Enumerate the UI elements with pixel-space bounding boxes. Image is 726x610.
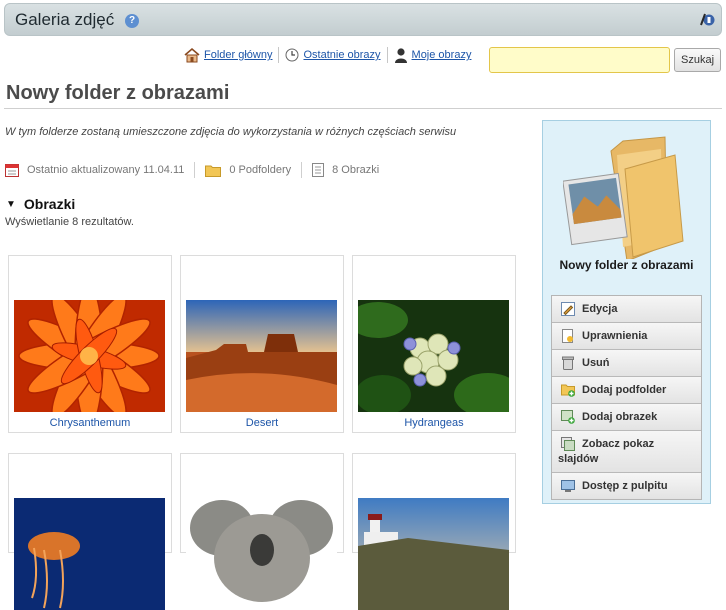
- folder-name: Nowy folder z obrazami: [559, 258, 694, 272]
- document-icon: [312, 163, 325, 177]
- slideshow-icon: [561, 437, 575, 451]
- delete-button[interactable]: Usuń: [552, 350, 701, 377]
- gallery-item[interactable]: [352, 453, 516, 610]
- add-image-icon: [561, 410, 575, 424]
- gallery-item-caption[interactable]: Chrysanthemum: [9, 417, 171, 429]
- permissions-button[interactable]: Uprawnienia: [552, 323, 701, 350]
- gallery-item[interactable]: Chrysanthemum: [8, 255, 172, 433]
- top-navigation: Folder główny Ostatnie obrazy Moje obraz…: [184, 46, 471, 64]
- title-divider: [4, 108, 722, 109]
- gallery-item[interactable]: Hydrangeas: [352, 255, 516, 433]
- search-input[interactable]: [489, 47, 670, 73]
- folder-icon: [205, 165, 222, 177]
- pin-icon[interactable]: [699, 11, 715, 27]
- search-button[interactable]: Szukaj: [674, 48, 721, 72]
- gallery-item-caption[interactable]: Hydrangeas: [353, 417, 515, 429]
- desert-thumbnail[interactable]: [186, 300, 337, 412]
- meta-divider: [301, 162, 303, 178]
- hydrangeas-thumbnail[interactable]: [358, 300, 509, 412]
- trash-icon: [562, 356, 574, 370]
- nav-recent-label: Ostatnie obrazy: [303, 49, 381, 61]
- folder-preview-icon: [563, 136, 684, 259]
- gallery-item[interactable]: [8, 453, 172, 610]
- gallery-item-caption[interactable]: Desert: [181, 417, 343, 429]
- edit-button[interactable]: Edycja: [552, 296, 701, 323]
- permissions-label: Uprawnienia: [582, 330, 648, 342]
- nav-my-images-link[interactable]: Moje obrazy: [394, 47, 472, 63]
- page-title: Nowy folder z obrazami: [6, 82, 230, 104]
- user-icon: [394, 48, 407, 63]
- folder-actions: Edycja Uprawnienia Usuń Dodaj podfolder: [551, 295, 702, 500]
- add-image-button[interactable]: Dodaj obrazek: [552, 404, 701, 431]
- collapse-toggle-icon[interactable]: ▼: [6, 199, 16, 210]
- lighthouse-thumbnail[interactable]: [358, 498, 509, 610]
- add-image-label: Dodaj obrazek: [582, 411, 658, 423]
- folder-description: W tym folderze zostaną umieszczone zdjęc…: [5, 126, 457, 138]
- desktop-access-button[interactable]: Dostęp z pulpitu: [552, 473, 701, 499]
- add-subfolder-label: Dodaj podfolder: [582, 384, 667, 396]
- folder-meta: Ostatnio aktualizowany 11.04.11 0 Podfol…: [5, 161, 379, 179]
- clock-icon: [285, 48, 299, 62]
- nav-divider: [386, 47, 388, 63]
- last-updated: Ostatnio aktualizowany 11.04.11: [27, 164, 185, 176]
- chrysanthemum-thumbnail[interactable]: [14, 300, 165, 412]
- app-header: Galeria zdjęć ?: [4, 3, 722, 36]
- section-title: Obrazki: [23, 196, 76, 212]
- results-count: Wyświetlanie 8 rezultatów.: [5, 216, 134, 228]
- edit-icon: [561, 302, 575, 316]
- meta-divider: [194, 162, 196, 178]
- gallery-item[interactable]: Desert: [180, 255, 344, 433]
- gallery-item[interactable]: [180, 453, 344, 610]
- desktop-access-label: Dostęp z pulpitu: [582, 480, 668, 492]
- jellyfish-thumbnail[interactable]: [14, 498, 165, 610]
- koala-thumbnail[interactable]: [186, 498, 337, 610]
- edit-label: Edycja: [582, 303, 618, 315]
- delete-label: Usuń: [582, 357, 610, 369]
- add-folder-icon: [561, 384, 575, 397]
- calendar-icon: [5, 164, 19, 177]
- nav-home-label: Folder główny: [204, 49, 273, 61]
- permissions-icon: [562, 329, 573, 343]
- help-icon[interactable]: ?: [125, 14, 139, 28]
- desktop-icon: [561, 480, 575, 492]
- slideshow-button[interactable]: Zobacz pokaz slajdów: [552, 431, 701, 473]
- folder-sidebar: Nowy folder z obrazami Edycja Uprawnieni…: [542, 120, 711, 504]
- nav-recent-link[interactable]: Ostatnie obrazy: [285, 48, 381, 62]
- subfolder-count: 0 Podfoldery: [229, 164, 292, 176]
- nav-my-images-label: Moje obrazy: [411, 49, 472, 61]
- nav-home-link[interactable]: Folder główny: [184, 47, 272, 63]
- nav-divider: [278, 47, 280, 63]
- images-section-heading[interactable]: ▼ Obrazki: [6, 196, 75, 212]
- image-count: 8 Obrazki: [332, 164, 380, 176]
- add-subfolder-button[interactable]: Dodaj podfolder: [552, 377, 701, 404]
- home-icon: [184, 47, 200, 63]
- app-title: Galeria zdjęć: [15, 10, 115, 29]
